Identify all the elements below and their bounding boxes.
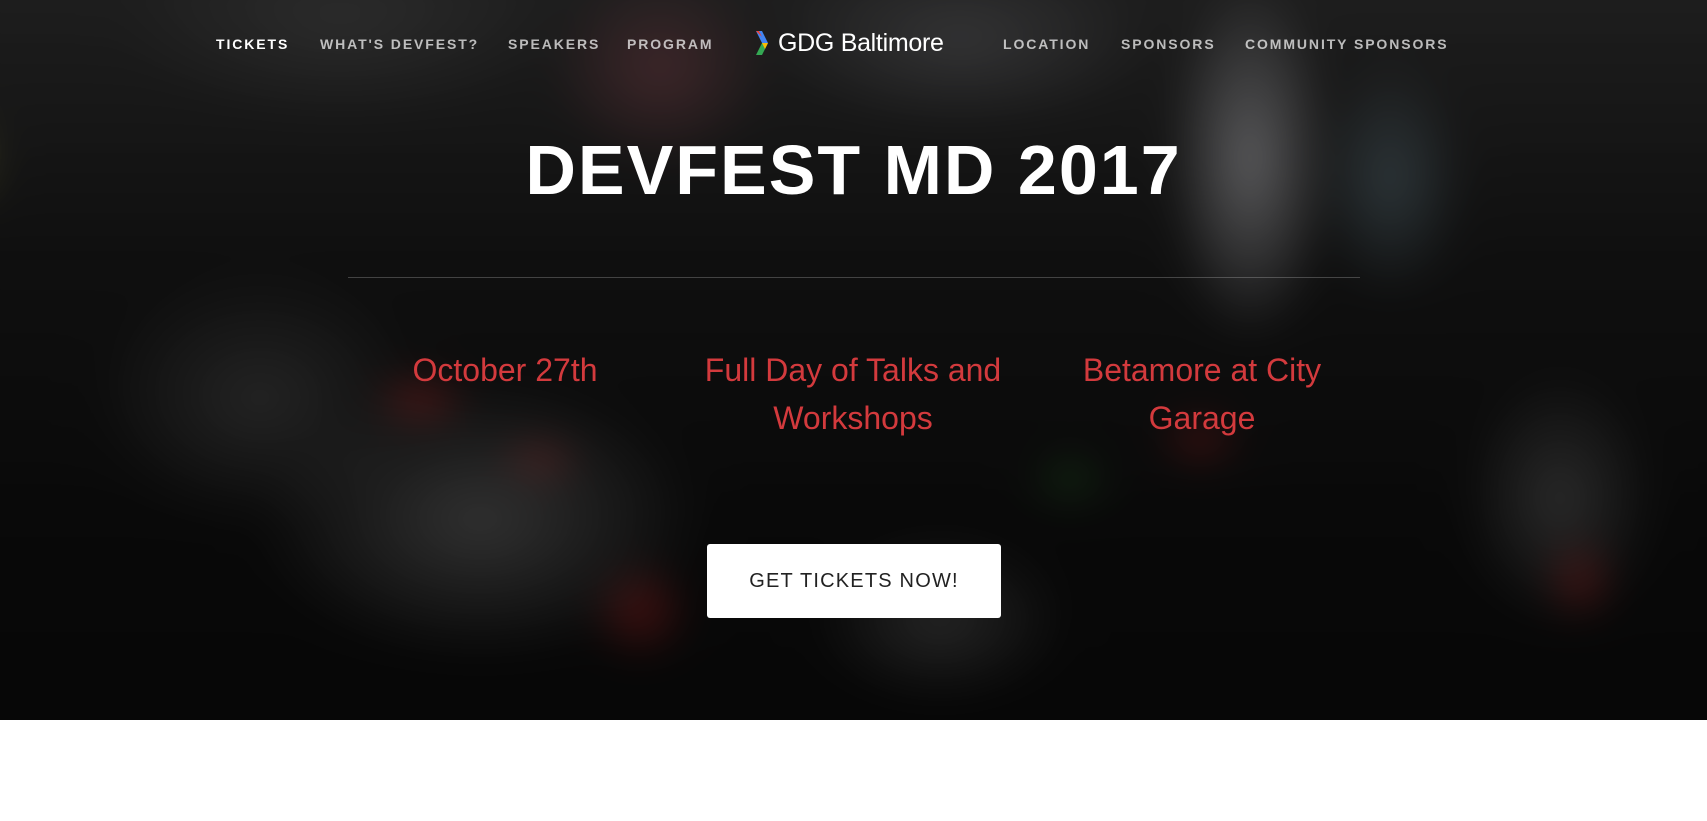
gdg-baltimore-logo[interactable]: GDG Baltimore: [754, 28, 944, 58]
feature-talks-workshops: Full Day of Talks and Workshops: [704, 352, 1002, 436]
page-title: DEVFEST MD 2017: [525, 131, 1182, 209]
gdg-chevron-icon: [756, 31, 768, 55]
nav-link-location[interactable]: LOCATION: [1003, 36, 1090, 52]
feature-venue: Betamore at City Garage: [1082, 352, 1322, 436]
hero-divider: [348, 277, 1360, 278]
nav-link-whats-devfest[interactable]: WHAT'S DEVFEST?: [320, 36, 479, 52]
logo-text-city: Baltimore: [834, 28, 944, 57]
get-tickets-button[interactable]: GET TICKETS NOW!: [707, 544, 1001, 618]
top-navigation: TICKETS WHAT'S DEVFEST? SPEAKERS PROGRAM…: [0, 0, 1707, 88]
nav-link-tickets[interactable]: TICKETS: [216, 36, 289, 52]
logo-text-gdg: GDG: [778, 28, 835, 57]
nav-link-sponsors[interactable]: SPONSORS: [1121, 36, 1216, 52]
nav-link-program[interactable]: PROGRAM: [627, 36, 713, 52]
feature-date: October 27th: [412, 352, 598, 388]
logo-text: GDG Baltimore: [778, 29, 944, 58]
nav-link-community-sponsors[interactable]: COMMUNITY SPONSORS: [1245, 36, 1449, 52]
hero-section: TICKETS WHAT'S DEVFEST? SPEAKERS PROGRAM…: [0, 0, 1707, 720]
nav-link-speakers[interactable]: SPEAKERS: [508, 36, 600, 52]
